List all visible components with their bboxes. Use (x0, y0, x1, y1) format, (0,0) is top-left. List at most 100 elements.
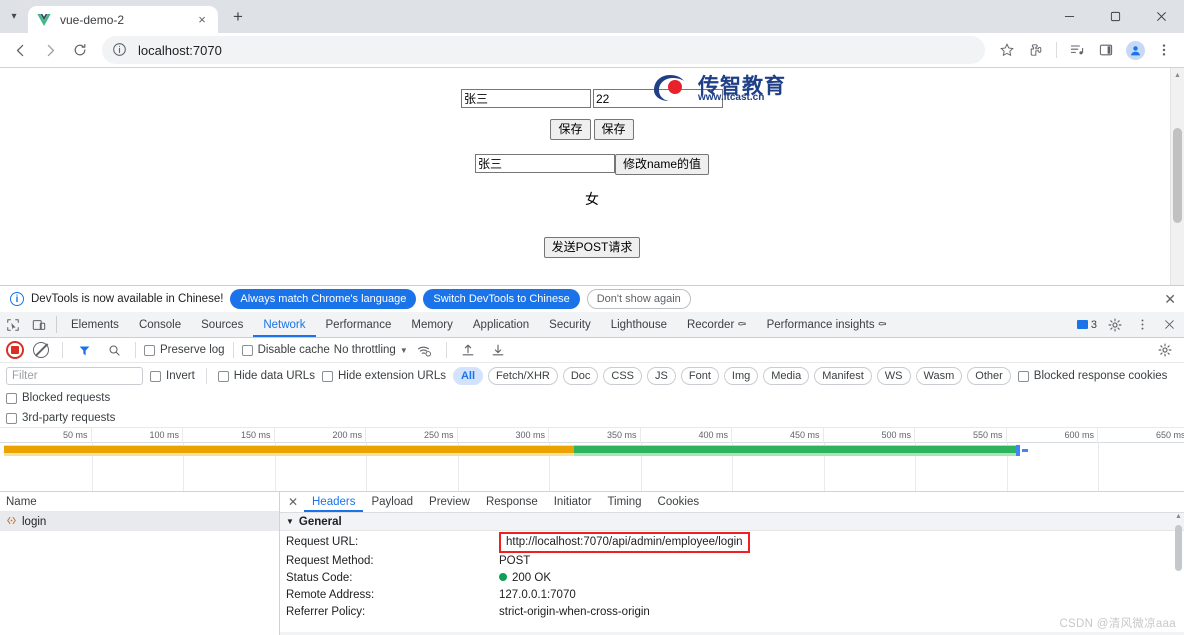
switch-to-chinese-button[interactable]: Switch DevTools to Chinese (423, 289, 580, 309)
profile-avatar-icon[interactable] (1121, 36, 1149, 64)
devtools-tab-memory[interactable]: Memory (401, 312, 463, 337)
save-button-1[interactable]: 保存 (550, 119, 591, 140)
devtools-tab-elements[interactable]: Elements (61, 312, 129, 337)
scroll-up-arrow-icon[interactable]: ▲ (1171, 68, 1184, 82)
save-buttons-row: 保存 保存 (0, 119, 1184, 140)
clear-network-log-icon[interactable] (28, 338, 54, 363)
devtools-tab-console[interactable]: Console (129, 312, 191, 337)
side-panel-icon[interactable] (1092, 36, 1120, 64)
tab-search-chevron-icon[interactable]: ▾ (0, 0, 28, 33)
window-minimize-button[interactable] (1046, 0, 1092, 32)
throttling-select[interactable]: No throttling (334, 344, 396, 356)
resource-type-chip-manifest[interactable]: Manifest (814, 367, 872, 385)
column-header-name[interactable]: Name (6, 496, 37, 508)
name-input[interactable] (461, 89, 591, 108)
record-button-icon[interactable] (6, 341, 24, 359)
network-overview-graph[interactable] (0, 443, 1184, 492)
dont-show-again-button[interactable]: Don't show again (586, 289, 691, 309)
devtools-tab-label: Console (138, 318, 182, 331)
preserve-log-checkbox[interactable]: Preserve log (144, 344, 225, 356)
detail-tab-timing[interactable]: Timing (599, 492, 649, 512)
detail-tab-preview[interactable]: Preview (421, 492, 478, 512)
browser-tab[interactable]: vue-demo-2 × (28, 6, 218, 33)
issues-badge[interactable]: 3 (1073, 319, 1101, 331)
third-party-requests-label: 3rd-party requests (22, 412, 116, 424)
window-maximize-button[interactable] (1092, 0, 1138, 32)
resource-type-chip-css[interactable]: CSS (603, 367, 643, 385)
highlighted-request-url[interactable]: http://localhost:7070/api/admin/employee… (499, 532, 750, 553)
site-info-icon[interactable] (112, 42, 128, 58)
detail-tab-headers[interactable]: Headers (304, 492, 363, 512)
blocked-requests-checkbox[interactable]: Blocked requests (6, 392, 110, 404)
invert-checkbox[interactable]: Invert (150, 370, 195, 382)
extensions-puzzle-icon[interactable] (1022, 36, 1050, 64)
import-har-icon[interactable] (455, 338, 481, 363)
devtools-tab-application[interactable]: Application (463, 312, 539, 337)
back-button[interactable] (6, 36, 34, 64)
export-har-icon[interactable] (485, 338, 511, 363)
detail-tab-initiator[interactable]: Initiator (546, 492, 600, 512)
timeline-tick: 350 ms (549, 428, 641, 443)
new-tab-button[interactable]: + (224, 3, 252, 31)
always-match-language-button[interactable]: Always match Chrome's language (230, 289, 417, 309)
network-conditions-icon[interactable] (412, 338, 438, 363)
name-input-2[interactable] (474, 154, 615, 173)
resource-type-chip-img[interactable]: Img (723, 367, 759, 385)
scroll-up-arrow-icon[interactable]: ▲ (1173, 513, 1184, 520)
page-scrollbar-thumb[interactable] (1173, 128, 1182, 223)
devtools-tab-lighthouse[interactable]: Lighthouse (601, 312, 677, 337)
banner-close-icon[interactable]: ✕ (1164, 291, 1176, 308)
disable-cache-checkbox[interactable]: Disable cache (241, 344, 330, 356)
hide-extension-urls-checkbox[interactable]: Hide extension URLs (321, 370, 446, 382)
devtools-tab-sources[interactable]: Sources (191, 312, 253, 337)
filter-input[interactable] (6, 367, 143, 385)
window-close-button[interactable] (1138, 0, 1184, 32)
resource-type-chip-doc[interactable]: Doc (562, 367, 599, 385)
request-row[interactable]: login (0, 512, 279, 531)
resource-type-chip-font[interactable]: Font (680, 367, 719, 385)
blocked-response-cookies-checkbox[interactable]: Blocked response cookies (1017, 370, 1167, 382)
general-section-header[interactable]: ▼ General (280, 513, 1184, 531)
resource-type-chip-js[interactable]: JS (647, 367, 676, 385)
inspect-element-icon[interactable] (0, 312, 26, 337)
device-toolbar-icon[interactable] (26, 312, 52, 337)
modify-name-button[interactable]: 修改name的值 (614, 154, 710, 175)
forward-button[interactable] (36, 36, 64, 64)
detail-scrollbar-thumb[interactable] (1175, 525, 1182, 571)
devtools-tab-network[interactable]: Network (253, 312, 315, 337)
resource-type-chip-media[interactable]: Media (763, 367, 810, 385)
funnel-filter-icon[interactable] (71, 338, 97, 363)
resource-type-chip-ws[interactable]: WS (876, 367, 911, 385)
save-button-2[interactable]: 保存 (593, 119, 634, 140)
devtools-tab-performance[interactable]: Performance (316, 312, 402, 337)
bookmark-star-icon[interactable] (993, 36, 1021, 64)
detail-close-icon[interactable]: ✕ (282, 495, 304, 509)
reading-list-icon[interactable] (1063, 36, 1091, 64)
reload-button[interactable] (66, 36, 94, 64)
devtools-tab-performance-insights[interactable]: Performance insights ⚰ (757, 312, 897, 337)
checkbox-box (6, 392, 17, 404)
chevron-down-icon[interactable]: ▼ (400, 346, 408, 355)
page-scrollbar[interactable]: ▲ (1170, 68, 1184, 285)
resource-type-chip-fetch-xhr[interactable]: Fetch/XHR (488, 367, 558, 385)
watermark: CSDN @清风微凉aaa (1059, 618, 1176, 630)
more-vertical-icon[interactable] (1129, 312, 1155, 337)
resource-type-chip-all[interactable]: All (452, 367, 484, 385)
address-bar[interactable]: localhost:7070 (102, 36, 985, 64)
resource-type-chip-wasm[interactable]: Wasm (915, 367, 963, 385)
detail-tab-payload[interactable]: Payload (363, 492, 421, 512)
detail-tab-response[interactable]: Response (478, 492, 546, 512)
hide-data-urls-checkbox[interactable]: Hide data URLs (217, 370, 315, 382)
search-icon[interactable] (101, 338, 127, 363)
network-settings-gear-icon[interactable] (1152, 338, 1178, 363)
third-party-requests-checkbox[interactable]: 3rd-party requests (6, 412, 1178, 424)
send-post-request-button[interactable]: 发送POST请求 (543, 237, 641, 258)
tab-close-icon[interactable]: × (194, 12, 210, 27)
devtools-tab-security[interactable]: Security (539, 312, 601, 337)
devtools-tab-recorder[interactable]: Recorder ⚰ (677, 312, 757, 337)
more-menu-icon[interactable] (1150, 36, 1178, 64)
resource-type-chip-other[interactable]: Other (967, 367, 1011, 385)
detail-tab-cookies[interactable]: Cookies (650, 492, 708, 512)
gear-icon[interactable] (1102, 312, 1128, 337)
devtools-close-icon[interactable] (1156, 312, 1182, 337)
